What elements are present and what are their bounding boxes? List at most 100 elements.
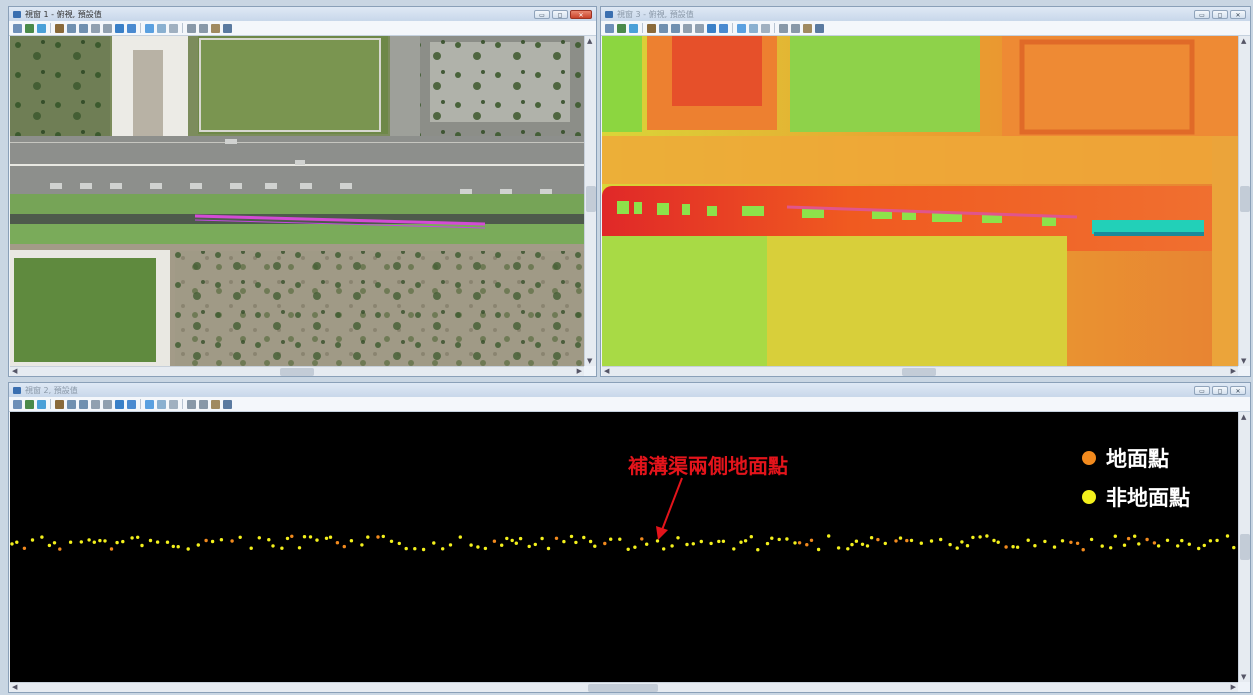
non-ground-point bbox=[992, 538, 996, 543]
zoom-in-icon[interactable] bbox=[67, 399, 76, 409]
window-area-icon[interactable] bbox=[91, 399, 100, 409]
view-1-vertical-scrollbar[interactable]: ▲ ▼ bbox=[584, 36, 596, 366]
camera-icon[interactable] bbox=[211, 399, 220, 409]
close-button[interactable]: ✕ bbox=[570, 9, 592, 19]
ground-point bbox=[376, 535, 380, 539]
copy-view-icon[interactable] bbox=[169, 399, 178, 409]
update-icon[interactable] bbox=[55, 23, 64, 33]
clip-volume-icon[interactable] bbox=[187, 23, 196, 33]
globe-icon[interactable] bbox=[37, 23, 46, 33]
view-1-canvas[interactable] bbox=[10, 36, 584, 366]
pan-view-icon[interactable] bbox=[719, 23, 728, 33]
non-ground-point bbox=[662, 547, 666, 551]
view-2-toolbar bbox=[9, 397, 1250, 412]
copy-view-icon[interactable] bbox=[761, 23, 770, 33]
non-ground-point bbox=[743, 539, 748, 543]
view-previous-icon[interactable] bbox=[145, 399, 154, 409]
view-window-2[interactable]: 視窗 2, 預設值 ▭ ◻ ✕ 補溝渠兩側地面點 地面點 非地面點 ▲ ▼ ◀ … bbox=[8, 382, 1251, 693]
view-1-titlebar[interactable]: 視窗 1 - 俯視, 預設值 ▭ ◻ ✕ bbox=[9, 7, 596, 21]
view-previous-icon[interactable] bbox=[145, 23, 154, 33]
close-button[interactable]: ✕ bbox=[1230, 385, 1246, 395]
view-next-icon[interactable] bbox=[749, 23, 758, 33]
zoom-out-icon[interactable] bbox=[79, 23, 88, 33]
update-icon[interactable] bbox=[55, 399, 64, 409]
fit-view-icon[interactable] bbox=[695, 23, 704, 33]
view-2-titlebar[interactable]: 視窗 2, 預設值 ▭ ◻ ✕ bbox=[9, 383, 1250, 397]
search-icon[interactable] bbox=[223, 23, 232, 33]
app-logo-icon bbox=[605, 10, 613, 18]
non-ground-point bbox=[1026, 538, 1030, 542]
zoom-in-icon[interactable] bbox=[659, 23, 668, 33]
non-ground-point bbox=[121, 539, 125, 544]
zoom-out-icon[interactable] bbox=[671, 23, 680, 33]
maximize-button[interactable]: ◻ bbox=[1212, 385, 1228, 395]
view-2-canvas[interactable]: 補溝渠兩側地面點 地面點 非地面點 bbox=[10, 412, 1238, 682]
display-style-icon[interactable] bbox=[25, 399, 34, 409]
window-area-icon[interactable] bbox=[91, 23, 100, 33]
clip-mask-icon[interactable] bbox=[199, 399, 208, 409]
non-ground-point bbox=[1208, 539, 1213, 543]
view-3-titlebar[interactable]: 視窗 3 - 俯視, 預設值 ▭ ◻ ✕ bbox=[601, 7, 1250, 21]
minimize-button[interactable]: ▭ bbox=[1194, 9, 1210, 19]
zoom-in-icon[interactable] bbox=[67, 23, 76, 33]
view-3-toolbar bbox=[601, 21, 1250, 36]
view-2-vertical-scrollbar[interactable]: ▲ ▼ bbox=[1238, 412, 1250, 682]
view-2-horizontal-scrollbar[interactable]: ◀ ▶ bbox=[10, 682, 1238, 692]
rotate-view-icon[interactable] bbox=[115, 399, 124, 409]
minimize-button[interactable]: ▭ bbox=[1194, 385, 1210, 395]
rotate-view-icon[interactable] bbox=[115, 23, 124, 33]
non-ground-point bbox=[1180, 538, 1184, 543]
copy-view-icon[interactable] bbox=[169, 23, 178, 33]
view-3-horizontal-scrollbar[interactable]: ◀ ▶ bbox=[602, 366, 1238, 376]
non-ground-point bbox=[854, 539, 859, 543]
search-icon[interactable] bbox=[815, 23, 824, 33]
zoom-out-icon[interactable] bbox=[79, 399, 88, 409]
rotate-view-icon[interactable] bbox=[707, 23, 716, 33]
fit-view-icon[interactable] bbox=[103, 23, 112, 33]
non-ground-point bbox=[1202, 543, 1207, 548]
globe-icon[interactable] bbox=[37, 399, 46, 409]
non-ground-point bbox=[574, 540, 578, 545]
display-style-icon[interactable] bbox=[617, 23, 626, 33]
view-attributes-icon[interactable] bbox=[605, 23, 614, 33]
clip-mask-icon[interactable] bbox=[199, 23, 208, 33]
view-3-canvas[interactable] bbox=[602, 36, 1238, 366]
view-previous-icon[interactable] bbox=[737, 23, 746, 33]
view-window-1[interactable]: 視窗 1 - 俯視, 預設值 ▭ ◻ ✕ ▲ ▼ ◀ ▶ bbox=[8, 6, 597, 377]
camera-icon[interactable] bbox=[211, 23, 220, 33]
close-button[interactable]: ✕ bbox=[1230, 9, 1246, 19]
point-cloud-profile bbox=[10, 534, 1236, 552]
fit-view-icon[interactable] bbox=[103, 399, 112, 409]
update-icon[interactable] bbox=[647, 23, 656, 33]
maximize-button[interactable]: ◻ bbox=[1212, 9, 1228, 19]
view-attributes-icon[interactable] bbox=[13, 23, 22, 33]
camera-icon[interactable] bbox=[803, 23, 812, 33]
view-3-vertical-scrollbar[interactable]: ▲ ▼ bbox=[1238, 36, 1250, 366]
non-ground-point bbox=[777, 537, 781, 542]
minimize-button[interactable]: ▭ bbox=[534, 9, 550, 19]
view-window-3[interactable]: 視窗 3 - 俯視, 預設值 ▭ ◻ ✕ ▲ ▼ ◀ ▶ bbox=[600, 6, 1251, 377]
non-ground-point bbox=[52, 541, 57, 545]
non-ground-point bbox=[1100, 544, 1104, 548]
view-attributes-icon[interactable] bbox=[13, 399, 22, 409]
pan-view-icon[interactable] bbox=[127, 23, 136, 33]
clip-mask-icon[interactable] bbox=[791, 23, 800, 33]
non-ground-point bbox=[971, 535, 975, 540]
view-next-icon[interactable] bbox=[157, 23, 166, 33]
non-ground-point bbox=[87, 538, 91, 542]
clip-volume-icon[interactable] bbox=[779, 23, 788, 33]
clip-volume-icon[interactable] bbox=[187, 399, 196, 409]
display-style-icon[interactable] bbox=[25, 23, 34, 33]
search-icon[interactable] bbox=[223, 399, 232, 409]
maximize-button[interactable]: ◻ bbox=[552, 9, 568, 19]
globe-icon[interactable] bbox=[629, 23, 638, 33]
window-area-icon[interactable] bbox=[683, 23, 692, 33]
view-next-icon[interactable] bbox=[157, 399, 166, 409]
pan-view-icon[interactable] bbox=[127, 399, 136, 409]
non-ground-point bbox=[210, 539, 215, 544]
non-ground-point bbox=[79, 540, 84, 544]
view-1-horizontal-scrollbar[interactable]: ◀ ▶ bbox=[10, 366, 584, 376]
non-ground-point bbox=[297, 546, 302, 550]
ground-point bbox=[603, 541, 607, 546]
non-ground-point bbox=[846, 547, 850, 551]
